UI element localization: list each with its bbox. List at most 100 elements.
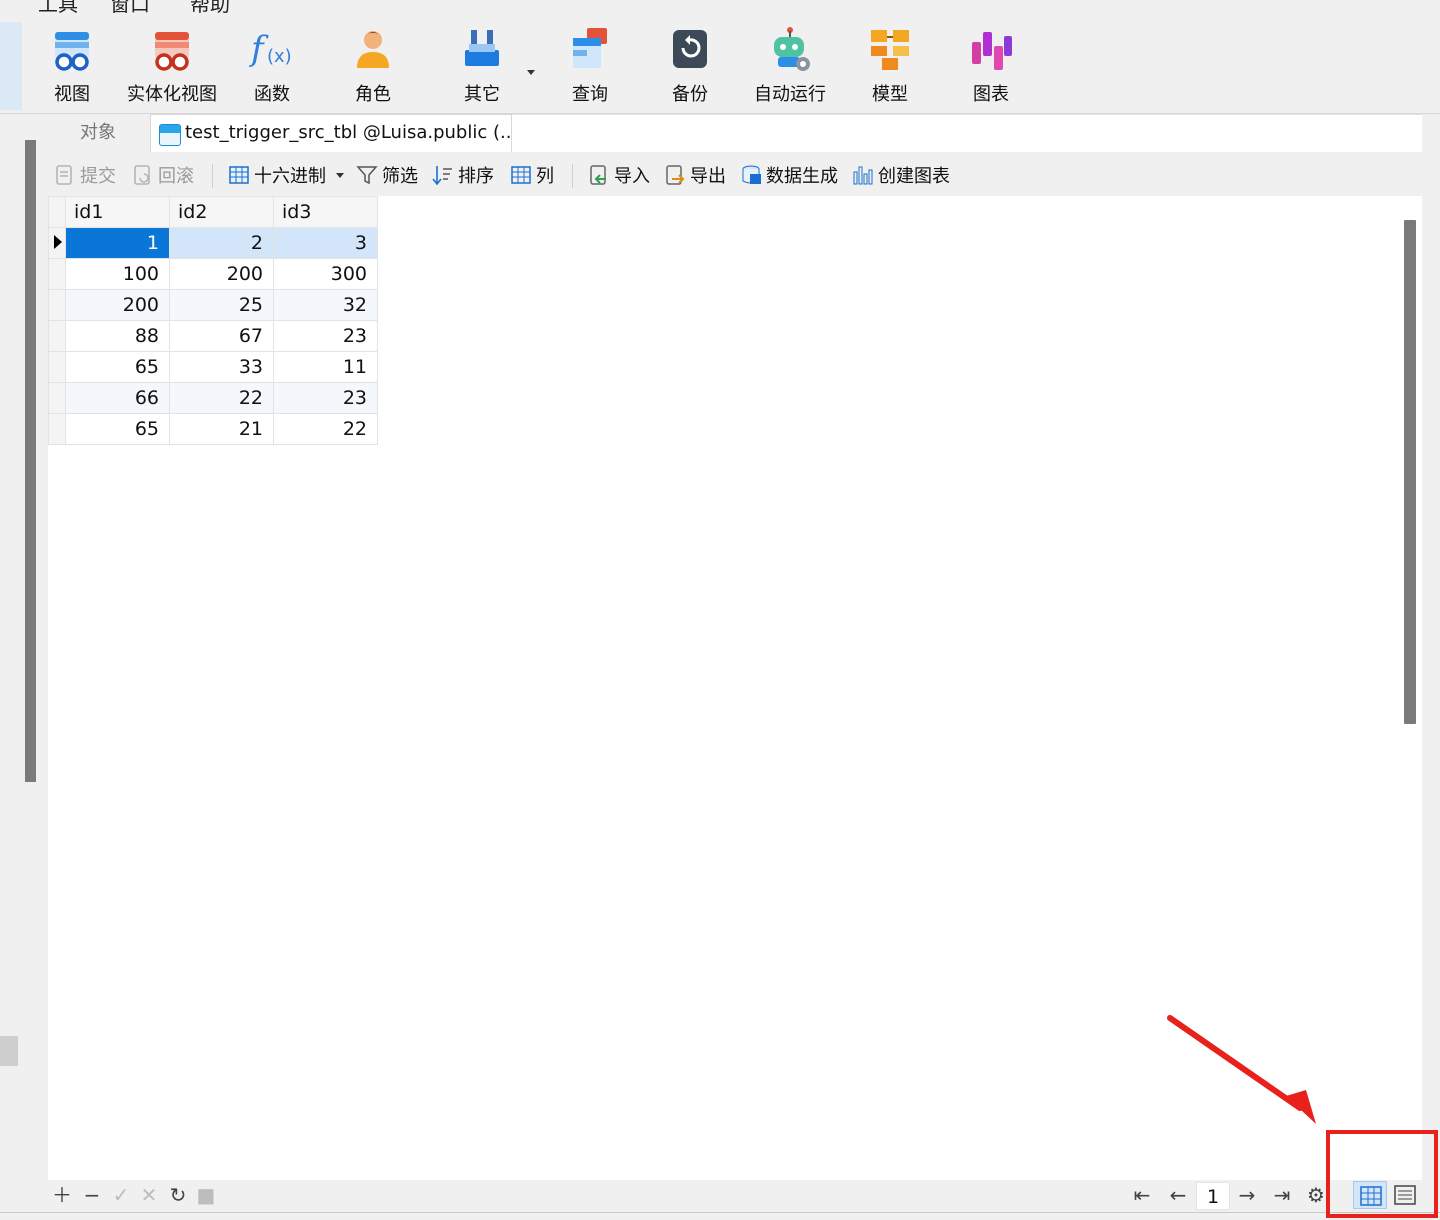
grid-cell[interactable]: 88 [65,320,170,352]
discard-changes-button[interactable]: ✕ [137,1183,161,1207]
previous-page-button[interactable]: ← [1166,1183,1190,1207]
grid-cell[interactable]: 25 [169,289,274,321]
grid-cell[interactable]: 22 [169,382,274,414]
data-generation-icon [742,165,761,184]
status-bar [0,1212,1440,1220]
grid-cell[interactable]: 67 [169,320,274,352]
import-button[interactable]: 导入 [588,162,650,188]
tab-objects[interactable]: 对象 [48,114,148,152]
import-label: 导入 [614,166,650,187]
grid-cell[interactable]: 23 [273,320,378,352]
tab-strip-empty-area [512,114,1422,152]
ribbon-chart-button[interactable]: 图表 [941,24,1041,110]
grid-vertical-scrollbar[interactable] [1404,220,1416,724]
left-pane-collapse-handle[interactable] [0,1036,18,1066]
row-header[interactable] [48,382,66,414]
stop-button[interactable]: ■ [194,1183,218,1207]
ribbon-query-button[interactable]: 查询 [540,24,640,110]
table-row[interactable]: 66 22 23 [48,382,378,414]
grid-cell[interactable]: 200 [169,258,274,290]
bar-chart-icon [853,166,873,185]
grid-cell[interactable]: 100 [65,258,170,290]
sort-button[interactable]: 排序 [432,162,494,188]
commit-button[interactable]: 提交 [54,162,116,188]
ribbon-model-label: 模型 [872,84,908,105]
ribbon-query-label: 查询 [572,84,608,105]
grid-cell[interactable]: 11 [273,351,378,383]
column-header-id2[interactable]: id2 [169,196,274,228]
grid-cell[interactable]: 1 [65,227,170,259]
row-header[interactable] [48,413,66,445]
ribbon-backup-button[interactable]: 备份 [640,24,740,110]
toolbar-separator [572,164,573,188]
grid-cell[interactable]: 66 [65,382,170,414]
grid-cell[interactable]: 300 [273,258,378,290]
refresh-button[interactable]: ↻ [166,1183,190,1207]
others-dropdown-caret[interactable] [527,70,535,75]
hex-dropdown-caret-icon[interactable] [336,172,344,178]
grid-cell[interactable]: 200 [65,289,170,321]
grid-header-row: id1 id2 id3 [48,196,378,228]
table-row[interactable]: 200 25 32 [48,289,378,321]
export-button[interactable]: 导出 [664,162,726,188]
tab-table-data[interactable]: test_trigger_src_tbl @Luisa.public (... [150,114,517,152]
filter-funnel-icon [356,166,378,185]
ribbon-chart-label: 图表 [973,84,1009,105]
grid-cell[interactable]: 32 [273,289,378,321]
ribbon-function-button[interactable]: f (x) 函数 [222,24,322,110]
menu-help[interactable]: 帮助 [190,0,230,14]
grid-cell[interactable]: 2 [169,227,274,259]
ribbon-role-button[interactable]: 角色 [323,24,423,110]
ribbon-automation-button[interactable]: 自动运行 [740,24,840,110]
row-header-current[interactable] [48,227,66,259]
ribbon-backup-label: 备份 [672,84,708,105]
export-label: 导出 [690,166,726,187]
rollback-button[interactable]: 回滚 [132,162,194,188]
import-icon [590,165,606,185]
pager-settings-gear-icon[interactable]: ⚙ [1304,1183,1328,1207]
delete-record-button[interactable]: − [80,1183,104,1207]
grid-cell[interactable]: 21 [169,413,274,445]
left-pane-scrollbar[interactable] [25,140,36,782]
row-header[interactable] [48,351,66,383]
create-chart-button[interactable]: 创建图表 [852,162,950,188]
hex-view-button[interactable]: 十六进制 [228,162,344,188]
table-row[interactable]: 100 200 300 [48,258,378,290]
grid-cell[interactable]: 65 [65,413,170,445]
query-icon [573,28,607,68]
table-row[interactable]: 1 2 3 [48,227,378,259]
ribbon-others-label: 其它 [464,84,500,105]
grid-cell[interactable]: 3 [273,227,378,259]
row-header[interactable] [48,258,66,290]
data-generation-label: 数据生成 [766,166,838,187]
chart-icon [972,32,1012,70]
row-header[interactable] [48,289,66,321]
last-page-button[interactable]: ⇥ [1270,1183,1294,1207]
data-generation-button[interactable]: 数据生成 [740,162,838,188]
page-number-field[interactable]: 1 [1196,1182,1230,1210]
next-page-button[interactable]: → [1235,1183,1259,1207]
ribbon-view-button[interactable]: 视图 [22,24,122,110]
menu-window[interactable]: 窗口 [110,0,150,14]
ribbon-others-button[interactable]: 其它 [432,24,532,110]
column-header-id3[interactable]: id3 [273,196,378,228]
row-header[interactable] [48,320,66,352]
table-row[interactable]: 65 33 11 [48,351,378,383]
add-record-button[interactable]: ＋ [50,1183,74,1207]
backup-icon [673,30,707,68]
record-navigation-bar: ＋ − ✓ ✕ ↻ ■ ⇤ ← 1 → ⇥ ⚙ [48,1180,1440,1210]
table-row[interactable]: 65 21 22 [48,413,378,445]
first-page-button[interactable]: ⇤ [1130,1183,1154,1207]
apply-changes-button[interactable]: ✓ [109,1183,133,1207]
ribbon-model-button[interactable]: 模型 [840,24,940,110]
grid-cell[interactable]: 23 [273,382,378,414]
column-header-id1[interactable]: id1 [65,196,170,228]
menu-tools[interactable]: 工具 [38,0,78,14]
columns-button[interactable]: 列 [510,162,554,188]
filter-button[interactable]: 筛选 [356,162,418,188]
grid-cell[interactable]: 22 [273,413,378,445]
grid-cell[interactable]: 33 [169,351,274,383]
table-row[interactable]: 88 67 23 [48,320,378,352]
grid-cell[interactable]: 65 [65,351,170,383]
ribbon-materialized-view-button[interactable]: 实体化视图 [122,24,222,110]
